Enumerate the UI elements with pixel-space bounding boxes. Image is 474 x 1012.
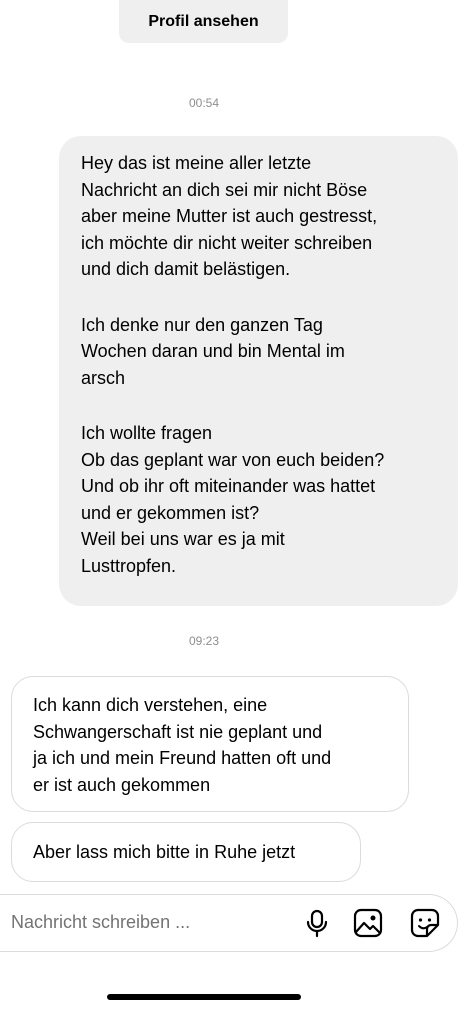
incoming-message-bubble[interactable]: Ich kann dich verstehen, eine Schwangers…: [11, 676, 409, 812]
message-paragraph: Ich wollte fragen Ob das geplant war von…: [81, 423, 385, 576]
view-profile-button[interactable]: Profil ansehen: [119, 0, 288, 43]
message-timestamp: 09:23: [188, 634, 220, 648]
message-paragraph: Ich denke nur den ganzen Tag Wochen dara…: [81, 314, 345, 388]
message-composer[interactable]: Nachricht schreiben ...: [0, 894, 458, 952]
outgoing-message-bubble[interactable]: Hey das ist meine aller letzte Nachricht…: [59, 136, 458, 606]
chat-screen: Profil ansehen 00:54 Hey das ist meine a…: [0, 0, 474, 1012]
incoming-message-bubble[interactable]: Aber lass mich bitte in Ruhe jetzt: [11, 822, 361, 882]
gallery-icon[interactable]: [353, 908, 383, 938]
home-indicator: [107, 994, 301, 1000]
microphone-icon[interactable]: [302, 908, 332, 938]
message-timestamp: 00:54: [188, 96, 220, 110]
message-input[interactable]: Nachricht schreiben ...: [11, 912, 190, 933]
sticker-icon[interactable]: [410, 908, 440, 938]
message-paragraph: Hey das ist meine aller letzte Nachricht…: [81, 153, 378, 279]
